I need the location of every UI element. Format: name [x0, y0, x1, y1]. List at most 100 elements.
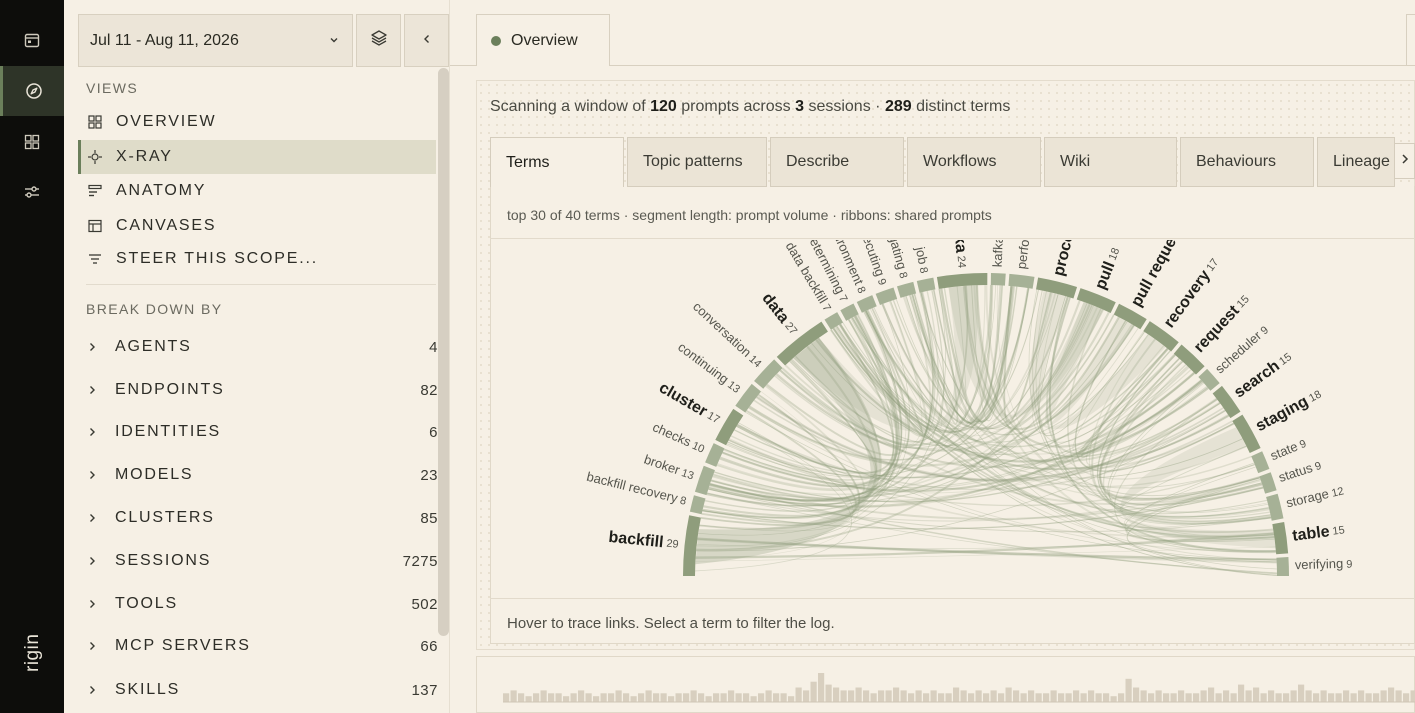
timeline-bar[interactable]: [983, 693, 990, 702]
timeline-bar[interactable]: [1020, 693, 1027, 702]
timeline-bar[interactable]: [555, 693, 562, 702]
compass-icon[interactable]: [0, 66, 64, 116]
timeline-bar[interactable]: [1163, 693, 1170, 702]
timeline-bar[interactable]: [728, 690, 735, 702]
timeline-bar[interactable]: [1095, 693, 1102, 702]
timeline-bar[interactable]: [578, 690, 585, 702]
timeline-bar[interactable]: [1230, 693, 1237, 702]
timeline-bar[interactable]: [563, 696, 570, 702]
timeline-bar[interactable]: [870, 693, 877, 702]
timeline-bar[interactable]: [1208, 687, 1215, 703]
timeline-bar[interactable]: [1118, 693, 1125, 702]
timeline-bar[interactable]: [1028, 690, 1035, 702]
term-label[interactable]: process19: [1051, 240, 1086, 278]
timeline-bar[interactable]: [1223, 690, 1230, 702]
term-segment[interactable]: [1272, 521, 1289, 555]
timeline-bar[interactable]: [1395, 690, 1402, 702]
breakdown-item-tools[interactable]: TOOLS 502: [86, 586, 438, 622]
calendar-icon[interactable]: [0, 15, 64, 65]
timeline-bar[interactable]: [780, 693, 787, 702]
ribbon[interactable]: [1114, 398, 1277, 553]
timeline-bar[interactable]: [510, 690, 517, 702]
term-segment[interactable]: [990, 273, 1006, 286]
timeline-bar[interactable]: [1410, 690, 1415, 702]
term-label[interactable]: state9: [1268, 436, 1308, 464]
timeline-bar[interactable]: [668, 696, 675, 702]
breakdown-item-endpoints[interactable]: ENDPOINTS 82: [86, 372, 438, 408]
timeline-bar[interactable]: [1380, 690, 1387, 702]
term-segment[interactable]: [705, 443, 725, 467]
timeline-bar[interactable]: [615, 690, 622, 702]
timeline-bar[interactable]: [623, 693, 630, 702]
timeline-bar[interactable]: [570, 693, 577, 702]
timeline-bar[interactable]: [1260, 693, 1267, 702]
timeline-bar[interactable]: [1140, 690, 1147, 702]
timeline-bar[interactable]: [750, 696, 757, 702]
timeline-bar[interactable]: [990, 690, 997, 702]
timeline-bar[interactable]: [1043, 693, 1050, 702]
term-segment[interactable]: [1198, 368, 1220, 391]
term-label[interactable]: storage12: [1285, 483, 1346, 511]
term-segment[interactable]: [1259, 472, 1277, 494]
timeline-bar[interactable]: [1050, 690, 1057, 702]
timeline-bar[interactable]: [1290, 690, 1297, 702]
timeline-bar[interactable]: [1058, 693, 1065, 702]
timeline-bar[interactable]: [1328, 693, 1335, 702]
xray-tab-topic-patterns[interactable]: Topic patterns: [627, 137, 767, 187]
xray-tab-describe[interactable]: Describe: [770, 137, 904, 187]
timeline-bar[interactable]: [548, 693, 555, 702]
timeline-bar[interactable]: [975, 690, 982, 702]
term-label[interactable]: kafka24: [949, 240, 970, 269]
breakdown-item-agents[interactable]: AGENTS 4: [86, 329, 438, 365]
timeline-bar[interactable]: [1185, 693, 1192, 702]
term-chord-chart[interactable]: backfill 29backfill recovery8broker13chec…: [491, 240, 1415, 597]
next-tab-edge[interactable]: [1406, 14, 1415, 66]
timeline-bar[interactable]: [1388, 687, 1395, 703]
breakdown-item-skills[interactable]: SKILLS 137: [86, 672, 438, 708]
timeline-bar[interactable]: [765, 690, 772, 702]
xray-tab-behaviours[interactable]: Behaviours: [1180, 137, 1314, 187]
timeline-bar[interactable]: [713, 693, 720, 702]
term-label[interactable]: performing12: [1014, 240, 1038, 270]
timeline-bar[interactable]: [960, 690, 967, 702]
timeline-bar[interactable]: [600, 693, 607, 702]
timeline-bar[interactable]: [848, 690, 855, 702]
term-label[interactable]: checks10: [650, 420, 707, 456]
timeline-histogram[interactable]: [503, 660, 1415, 713]
term-label[interactable]: backfill 29: [608, 529, 680, 553]
timeline-bar[interactable]: [900, 690, 907, 702]
timeline-bar[interactable]: [1155, 690, 1162, 702]
timeline-bar[interactable]: [1035, 693, 1042, 702]
timeline-bar[interactable]: [863, 690, 870, 702]
timeline-bar[interactable]: [540, 690, 547, 702]
timeline-bar[interactable]: [1313, 693, 1320, 702]
tab-overview[interactable]: Overview: [476, 14, 610, 66]
timeline-bar[interactable]: [1200, 690, 1207, 702]
timeline-bar[interactable]: [1110, 696, 1117, 702]
timeline-bar[interactable]: [1365, 693, 1372, 702]
timeline-bar[interactable]: [1245, 690, 1252, 702]
timeline-bar[interactable]: [788, 696, 795, 702]
timeline-bar[interactable]: [1320, 690, 1327, 702]
timeline-bar[interactable]: [653, 693, 660, 702]
timeline-bar[interactable]: [720, 693, 727, 702]
breakdown-item-mcp-servers[interactable]: MCP SERVERS 66: [86, 628, 438, 664]
tabs-scroll-right-button[interactable]: [1394, 143, 1415, 179]
timeline-bar[interactable]: [938, 693, 945, 702]
xray-tab-lineage[interactable]: Lineage: [1317, 137, 1395, 187]
timeline-bar[interactable]: [660, 693, 667, 702]
nav-item-anatomy[interactable]: ANATOMY: [78, 174, 436, 208]
breakdown-item-identities[interactable]: IDENTITIES 6: [86, 414, 438, 450]
timeline-bar[interactable]: [503, 693, 510, 702]
timeline-bar[interactable]: [1335, 693, 1342, 702]
timeline-bar[interactable]: [705, 696, 712, 702]
timeline-bar[interactable]: [1193, 693, 1200, 702]
term-label[interactable]: kafka cluster7: [990, 240, 1008, 268]
nav-item-steer-this-scope[interactable]: STEER THIS SCOPE...: [78, 242, 436, 276]
timeline-bar[interactable]: [945, 693, 952, 702]
timeline-bar[interactable]: [1253, 687, 1260, 703]
timeline-bar[interactable]: [1065, 693, 1072, 702]
timeline-bar[interactable]: [833, 687, 840, 703]
grid-icon[interactable]: [0, 117, 64, 167]
timeline-bar[interactable]: [735, 693, 742, 702]
